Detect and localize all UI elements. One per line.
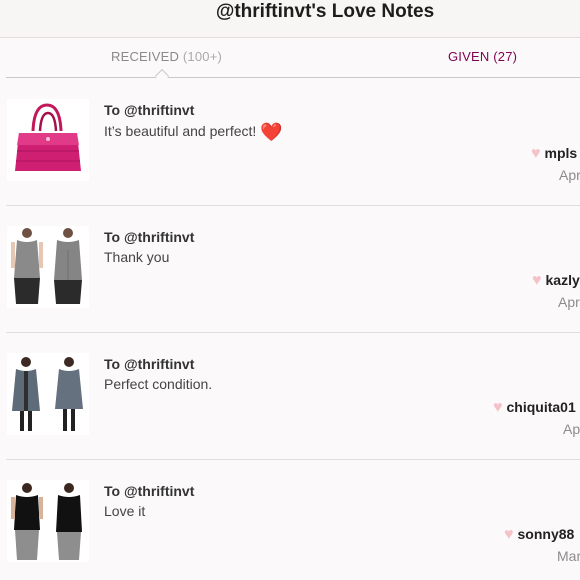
listing-thumbnail-black-top[interactable]	[7, 480, 89, 562]
tab-received-count: (100+)	[182, 49, 223, 64]
note-recipient: To @thriftinvt	[104, 229, 195, 245]
header: @thriftinvt's Love Notes	[0, 0, 580, 38]
note-recipient: To @thriftinvt	[104, 356, 195, 372]
love-note: To @thriftinvt It’s beautiful and perfec…	[6, 79, 580, 206]
note-message: Love it	[104, 503, 146, 519]
note-sender[interactable]: ♥ sonny88	[504, 526, 574, 544]
love-note: To @thriftinvt Thank you ♥ kazly Apr	[6, 206, 580, 333]
note-sender-name: mpls	[544, 145, 578, 161]
heart-icon: ♥	[504, 526, 514, 543]
tab-given[interactable]: GIVEN (27)	[448, 49, 517, 64]
note-recipient: To @thriftinvt	[104, 102, 195, 118]
tab-bar: RECEIVED (100+) GIVEN (27)	[6, 38, 580, 84]
note-message: Thank you	[104, 249, 170, 265]
tab-received[interactable]: RECEIVED (100+)	[111, 49, 222, 64]
heart-icon: ♥	[532, 272, 542, 289]
listing-thumbnail-tank-top[interactable]	[7, 226, 89, 308]
note-date: Apr	[558, 294, 580, 310]
note-sender[interactable]: ♥ kazly	[532, 272, 580, 290]
note-date: Mar	[557, 548, 580, 564]
note-sender[interactable]: ♥ chiquita01	[493, 399, 576, 417]
page-title: @thriftinvt's Love Notes	[215, 1, 435, 22]
note-message-text: It’s beautiful and perfect!	[104, 123, 257, 139]
heart-icon: ♥	[493, 399, 503, 416]
note-recipient: To @thriftinvt	[104, 483, 195, 499]
listing-thumbnail-handbag[interactable]	[7, 99, 89, 181]
heart-icon: ♥	[531, 145, 541, 162]
note-date: Ap	[563, 421, 580, 437]
tab-received-label: RECEIVED	[111, 49, 180, 64]
note-sender-name: chiquita01	[506, 399, 576, 415]
note-message: It’s beautiful and perfect! ❤️	[104, 122, 283, 143]
love-note: To @thriftinvt Perfect condition. ♥ chiqu…	[6, 333, 580, 460]
love-note: To @thriftinvt Love it ♥ sonny88 Mar	[6, 460, 580, 580]
note-date: Apr	[559, 167, 580, 183]
listing-thumbnail-cardigan[interactable]	[7, 353, 89, 435]
note-sender-name: sonny88	[517, 526, 575, 542]
note-sender-name: kazly	[545, 272, 580, 288]
heart-emoji-icon: ❤️	[260, 122, 283, 142]
note-sender[interactable]: ♥ mpls	[531, 145, 577, 163]
note-message: Perfect condition.	[104, 376, 213, 392]
